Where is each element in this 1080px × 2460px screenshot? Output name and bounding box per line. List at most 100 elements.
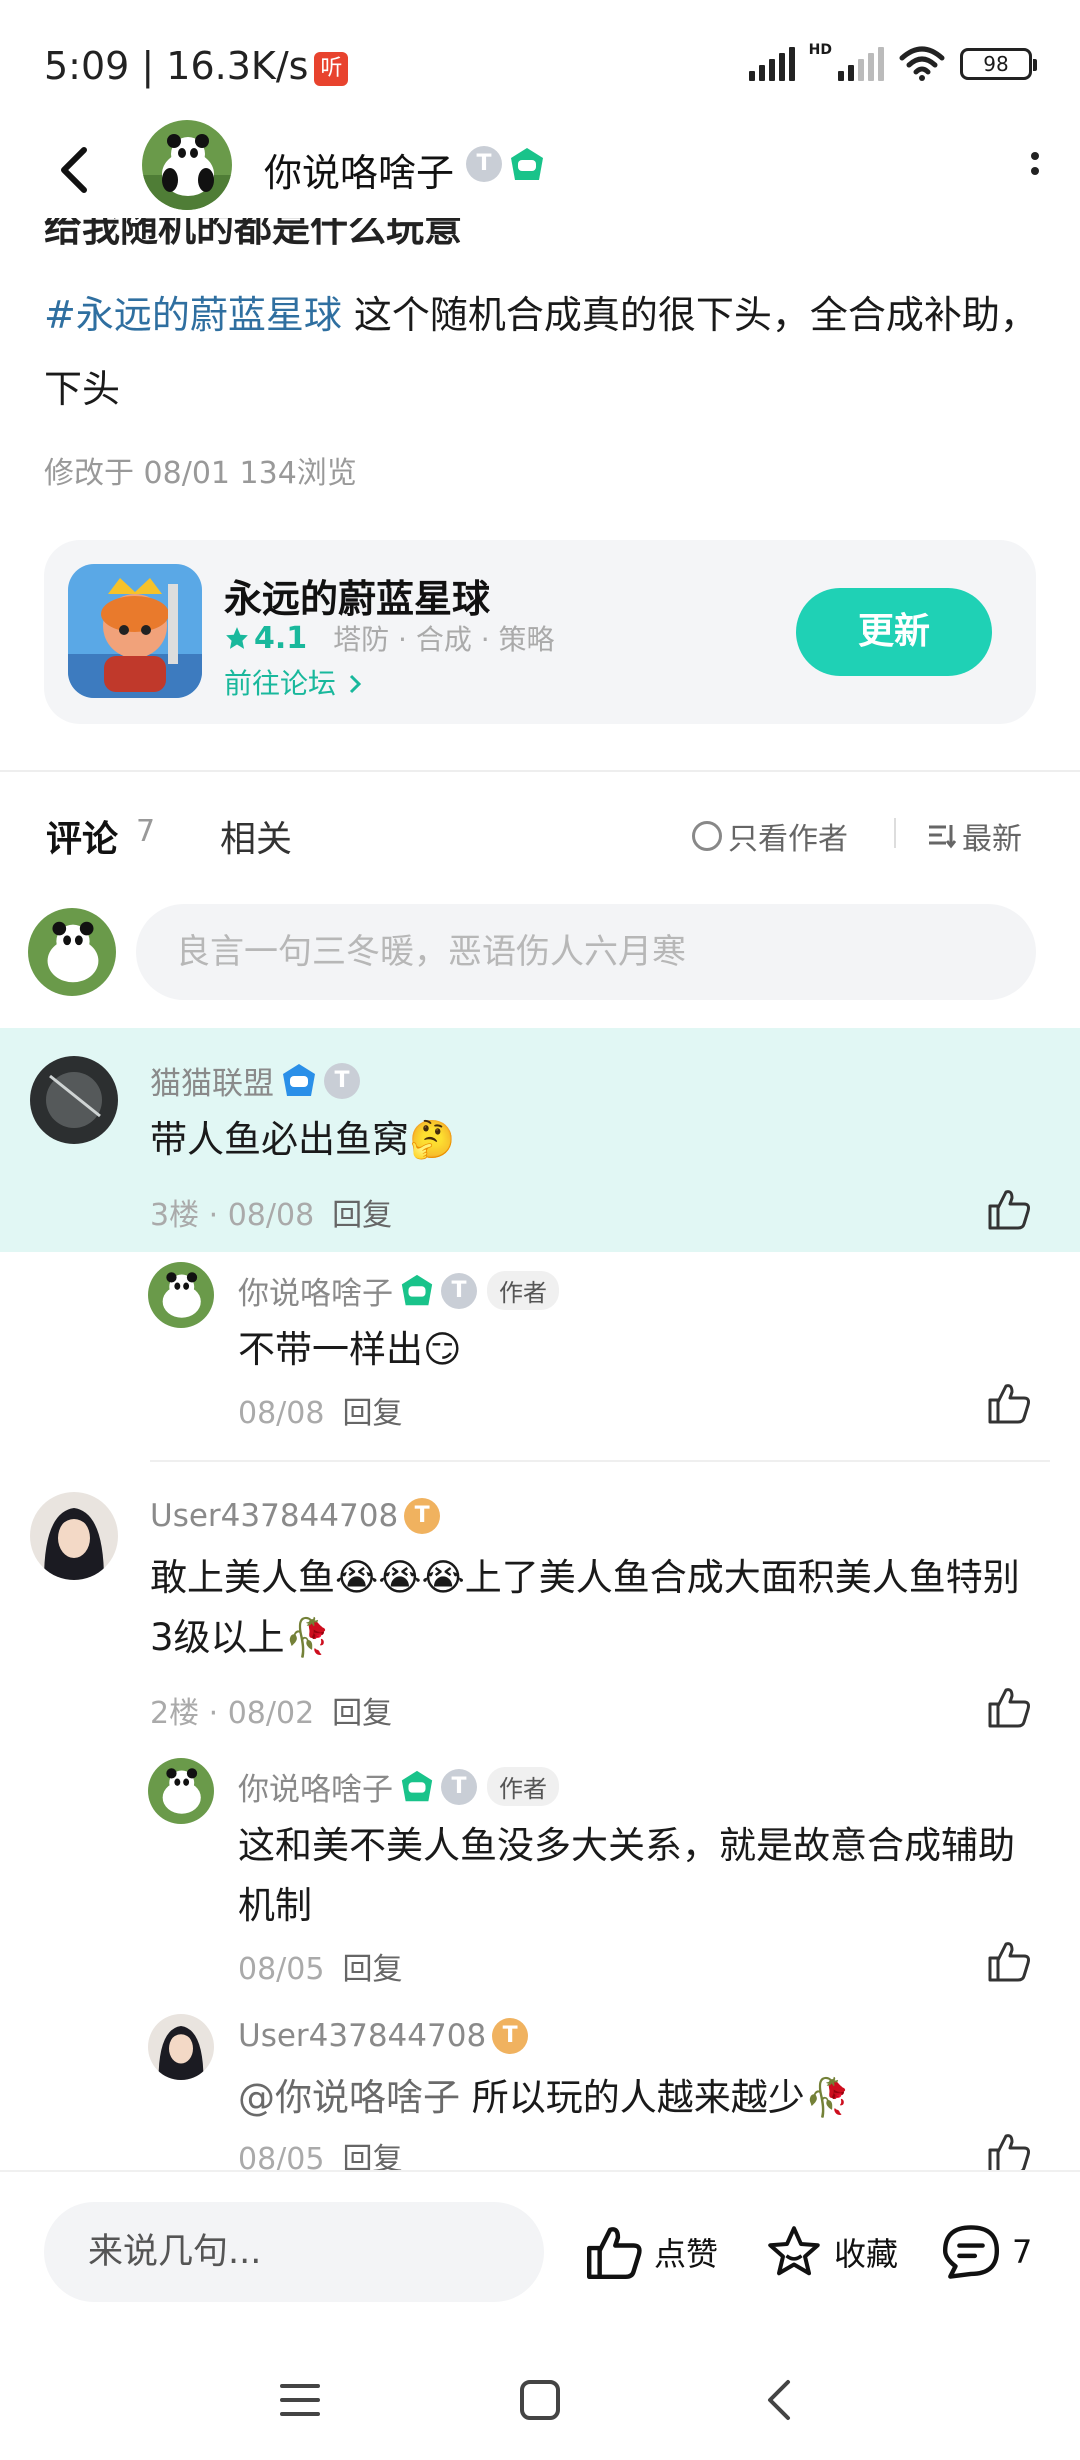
like-icon[interactable] <box>986 1186 1032 1232</box>
gamepad-badge-icon <box>283 1063 315 1096</box>
comment-user[interactable]: 猫猫联盟 T <box>150 1058 360 1103</box>
tab-related[interactable]: 相关 <box>220 810 292 862</box>
game-tags: 塔防 · 合成 · 策略 <box>333 623 555 656</box>
gamer-badge-icon <box>401 1274 433 1305</box>
more-options-icon[interactable] <box>1020 146 1050 196</box>
post-meta: 修改于 08/01 134浏览 <box>44 456 357 491</box>
reply-date: 08/08 <box>238 1396 325 1431</box>
section-divider <box>0 770 1080 772</box>
wifi-icon <box>899 46 945 81</box>
level-badge-icon: T <box>441 1768 477 1805</box>
mention-link[interactable]: @你说咯啥子 <box>238 2076 460 2119</box>
level-badge-icon: T <box>492 2018 529 2054</box>
sort-toggle[interactable]: 最新 <box>926 814 1022 858</box>
comments-count: 7 <box>136 814 156 849</box>
favorite-button[interactable]: 收藏 <box>764 2222 898 2282</box>
level-badge-icon: T <box>441 1272 477 1309</box>
author-tag: 作者 <box>487 1271 559 1310</box>
reply-user[interactable]: 你说咯啥子 T 作者 <box>238 1268 559 1313</box>
reply-avatar[interactable] <box>148 1758 214 1824</box>
signal-2-icon <box>838 47 884 81</box>
notification-badge: 听 <box>314 52 349 86</box>
star-outline-icon <box>768 2226 820 2276</box>
reply-user-name: 你说咯啥子 <box>238 1772 393 1808</box>
reply-user-name: 你说咯啥子 <box>238 1276 393 1312</box>
comment-meta: 3楼 · 08/08 回复 <box>150 1190 392 1234</box>
comment-floor-date: 2楼 · 08/02 <box>150 1696 315 1731</box>
author-avatar[interactable] <box>142 120 232 210</box>
like-label: 点赞 <box>654 2235 719 2273</box>
forum-link[interactable]: 前往论坛 <box>224 662 365 702</box>
self-avatar <box>28 908 116 996</box>
reply-button[interactable]: 回复 <box>342 1952 402 1987</box>
tab-separator <box>894 818 896 848</box>
bottom-comment-input[interactable]: 来说几句... <box>44 2202 544 2302</box>
comment-bubble-icon <box>942 2225 1000 2279</box>
reply-text-body: 所以玩的人越来越少🥀 <box>460 2076 851 2119</box>
status-bar: 5:09 | 16.3K/s 听 HD 98 <box>0 0 1080 130</box>
forum-link-label: 前往论坛 <box>224 667 337 700</box>
like-icon[interactable] <box>986 1938 1032 1984</box>
status-time-text: 5:09 | 16.3K/s <box>44 44 309 88</box>
tab-comments[interactable]: 评论 <box>46 810 118 862</box>
menu-icon[interactable] <box>270 2370 330 2430</box>
game-icon[interactable] <box>68 564 202 698</box>
comment-floor-date: 3楼 · 08/08 <box>150 1198 315 1233</box>
post-title: 给我随机的都是什么玩意 <box>44 218 463 248</box>
comments-button[interactable]: 7 <box>940 2222 1032 2282</box>
comment-input[interactable]: 良言一句三冬暖，恶语伤人六月寒 <box>136 904 1036 1000</box>
game-card[interactable]: 永远的蔚蓝星球 4.1 塔防 · 合成 · 策略 前往论坛 更新 <box>44 540 1036 724</box>
update-button[interactable]: 更新 <box>796 588 992 676</box>
thumbs-up-icon <box>587 2227 642 2279</box>
bottom-action-bar: 来说几句... 点赞 收藏 7 <box>0 2170 1080 2330</box>
radio-circle-icon <box>692 821 722 851</box>
status-time: 5:09 | 16.3K/s 听 <box>44 44 349 88</box>
reply-avatar[interactable] <box>148 2014 214 2080</box>
signal-icon <box>748 47 795 81</box>
home-icon[interactable] <box>510 2370 570 2430</box>
back-arrow-icon[interactable] <box>50 140 100 200</box>
like-button[interactable]: 点赞 <box>584 2222 718 2282</box>
level-badge-icon: T <box>324 1062 360 1099</box>
reply-date: 08/05 <box>238 1952 325 1987</box>
hd-label: HD <box>808 42 832 58</box>
reply-avatar[interactable] <box>148 1262 214 1328</box>
comment-tabs: 评论 7 相关 只看作者 最新 <box>0 800 1080 880</box>
reply-user[interactable]: 你说咯啥子 T 作者 <box>238 1764 559 1809</box>
reply-text: @你说咯啥子 所以玩的人越来越少🥀 <box>238 2068 851 2128</box>
reply-button[interactable]: 回复 <box>332 1198 392 1233</box>
reply-text: 不带一样出😏 <box>238 1328 462 1371</box>
reply-text: 这和美不美人鱼没多大关系，就是故意合成辅助机制 <box>238 1824 1015 1927</box>
game-score: 4.1 <box>254 620 308 656</box>
chevron-right-icon <box>349 674 362 694</box>
sort-label: 最新 <box>962 822 1022 857</box>
comments-count-label: 7 <box>1012 2233 1033 2271</box>
status-icons: HD 98 <box>748 42 1037 82</box>
reply-button[interactable]: 回复 <box>332 1696 392 1731</box>
author-name[interactable]: 你说咯啥子 <box>264 142 454 197</box>
system-nav-bar <box>0 2330 1080 2460</box>
only-author-toggle[interactable]: 只看作者 <box>692 814 848 858</box>
comment-text: 敢上美人鱼😭😭😭上了美人鱼合成大面积美人鱼特别3级以上🥀 <box>150 1556 1020 1659</box>
reply-meta: 08/08 回复 <box>238 1388 402 1432</box>
post-body: #永远的蔚蓝星球 这个随机合成真的很下头，全合成补助，下头 <box>44 278 1044 426</box>
battery-icon: 98 <box>960 48 1037 80</box>
comment-user-name: 猫猫联盟 <box>150 1066 274 1102</box>
game-name[interactable]: 永远的蔚蓝星球 <box>224 568 490 623</box>
commenter-avatar[interactable] <box>30 1056 118 1144</box>
reply-user-name: User437844708 <box>238 2018 487 2054</box>
level-badge-icon: T <box>404 1498 441 1534</box>
commenter-avatar[interactable] <box>30 1492 118 1580</box>
reply-button[interactable]: 回复 <box>342 1396 402 1431</box>
comment-user[interactable]: User437844708 T <box>150 1498 441 1534</box>
comment-text: 带人鱼必出鱼窝🤔 <box>150 1118 456 1161</box>
only-author-label: 只看作者 <box>728 822 848 857</box>
like-icon[interactable] <box>986 1684 1032 1730</box>
hashtag-link[interactable]: #永远的蔚蓝星球 <box>44 293 342 337</box>
gamer-badge-icon <box>511 148 543 180</box>
reply-user[interactable]: User437844708 T <box>238 2018 529 2054</box>
like-icon[interactable] <box>986 1380 1032 1426</box>
comment-user-name: User437844708 <box>150 1498 399 1534</box>
star-icon <box>226 627 248 649</box>
back-icon[interactable] <box>750 2370 810 2430</box>
